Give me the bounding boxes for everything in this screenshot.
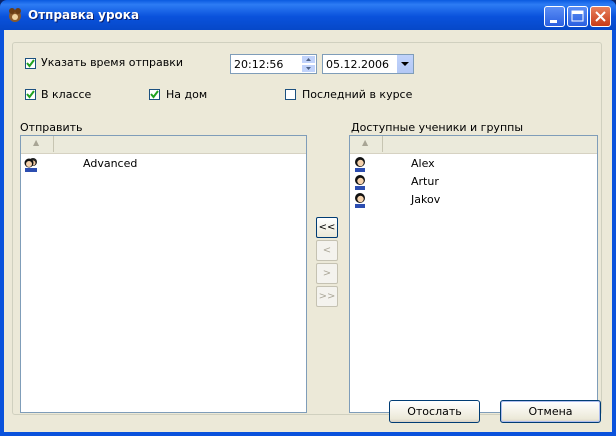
specify-time-label: Указать время отправки	[41, 56, 184, 69]
title-bar[interactable]: Отправка урока	[0, 0, 616, 30]
dropdown-arrow-icon	[401, 62, 409, 66]
list-item-name: Artur	[411, 175, 439, 188]
sort-ascending-icon: ▲	[33, 138, 40, 147]
check-mark-icon	[26, 59, 35, 68]
send-list-column-name[interactable]	[54, 136, 306, 152]
chevron-down-icon	[306, 67, 311, 70]
check-mark-icon	[150, 90, 159, 99]
window-title: Отправка урока	[28, 8, 140, 22]
send-button[interactable]: Отослать	[389, 400, 480, 423]
available-list-label: Доступные ученики и группы	[351, 121, 524, 134]
send-list-column-sort[interactable]: ▲	[21, 136, 54, 152]
in-class-label: В классе	[41, 88, 92, 101]
time-spinner[interactable]	[301, 55, 316, 73]
list-item-name: Advanced	[83, 157, 138, 170]
send-listview[interactable]: ▲ Advanced	[20, 135, 307, 413]
move-left-button[interactable]: <	[316, 240, 338, 261]
date-dropdown-button[interactable]	[396, 55, 413, 73]
minimize-icon	[550, 20, 557, 23]
list-item-name: Alex	[411, 157, 435, 170]
last-in-course-checkbox[interactable]	[285, 89, 296, 100]
send-list-header: ▲	[21, 136, 306, 154]
date-picker[interactable]: 05.12.2006	[322, 54, 414, 74]
student-icon	[355, 157, 365, 172]
check-mark-icon	[26, 90, 35, 99]
app-icon	[9, 8, 21, 22]
move-all-left-button[interactable]: <<	[316, 217, 338, 238]
last-in-course-label: Последний в курсе	[302, 88, 413, 101]
list-item[interactable]: Advanced	[21, 155, 306, 173]
time-value: 20:12:56	[234, 58, 284, 71]
specify-time-checkbox[interactable]	[25, 58, 36, 69]
time-field[interactable]: 20:12:56	[230, 54, 317, 74]
homework-checkbox[interactable]	[149, 89, 160, 100]
close-button[interactable]	[590, 6, 611, 27]
list-item[interactable]: Alex	[350, 155, 597, 173]
minimize-button[interactable]	[544, 6, 565, 27]
chevron-up-icon	[306, 58, 311, 61]
group-icon	[24, 158, 37, 172]
send-list-label: Отправить	[20, 121, 83, 134]
maximize-button[interactable]	[567, 6, 588, 27]
available-list-column-name[interactable]	[383, 136, 597, 152]
dialog-window: Отправка урока Указать время отправки 20…	[0, 0, 616, 436]
homework-label: На дом	[166, 88, 208, 101]
move-right-button[interactable]: >	[316, 263, 338, 284]
list-item[interactable]: Artur	[350, 173, 597, 191]
close-icon	[595, 11, 606, 22]
spin-down-button[interactable]	[301, 64, 316, 73]
maximize-icon	[571, 10, 584, 22]
available-list-header: ▲	[350, 136, 597, 154]
move-all-right-button[interactable]: >>	[316, 286, 338, 307]
spin-up-button[interactable]	[301, 55, 316, 64]
student-icon	[355, 193, 365, 208]
cancel-button[interactable]: Отмена	[500, 400, 601, 423]
student-icon	[355, 175, 365, 190]
dialog-body: Указать время отправки 20:12:56 05.12.20…	[4, 30, 612, 432]
available-listview[interactable]: ▲ Alex Artur Jakov	[349, 135, 598, 413]
available-list-column-sort[interactable]: ▲	[350, 136, 383, 152]
list-item-name: Jakov	[411, 193, 441, 206]
date-value: 05.12.2006	[326, 58, 389, 71]
sort-ascending-icon: ▲	[362, 138, 369, 147]
list-item[interactable]: Jakov	[350, 191, 597, 209]
in-class-checkbox[interactable]	[25, 89, 36, 100]
